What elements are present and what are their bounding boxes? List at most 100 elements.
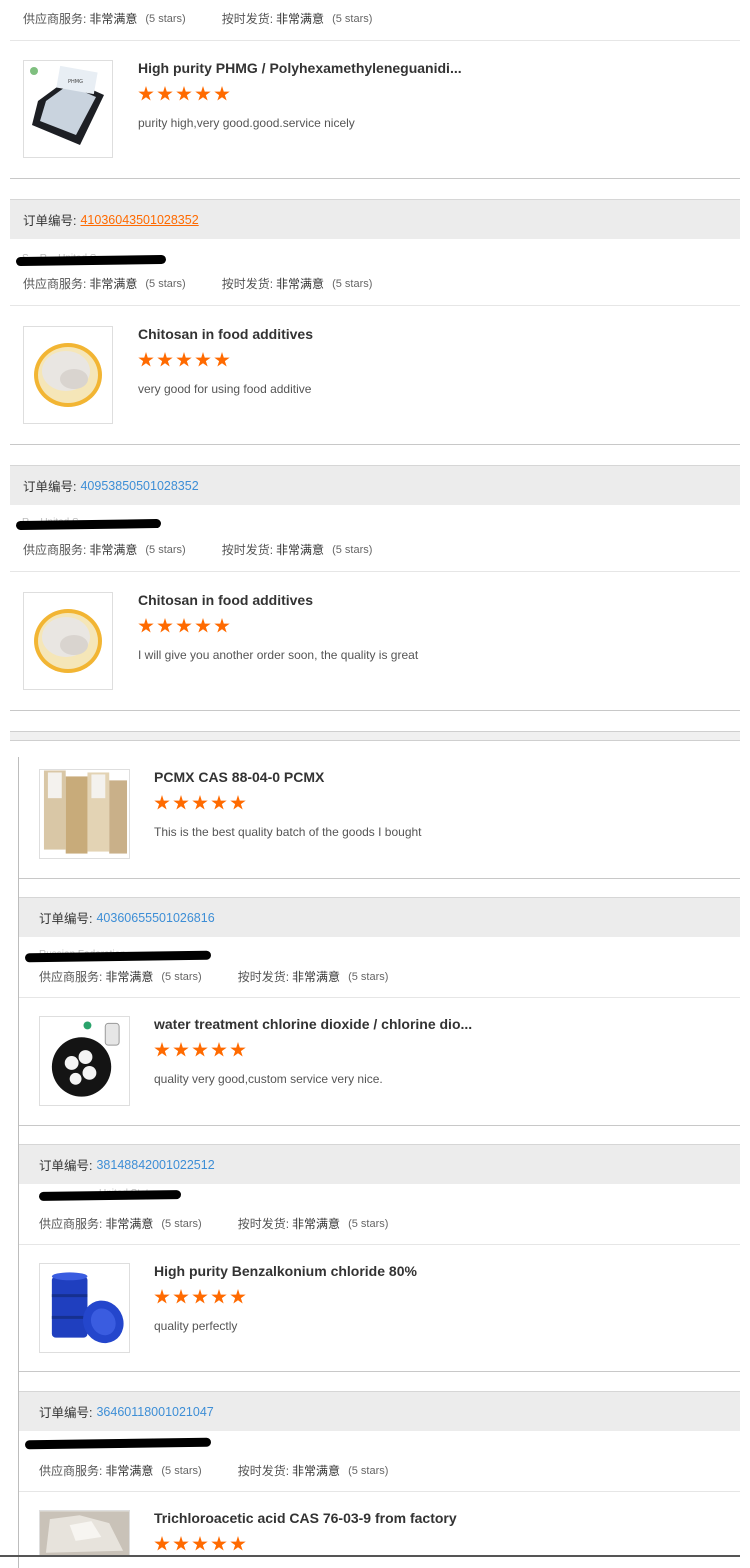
divider: [10, 444, 740, 445]
star-icon: [138, 86, 154, 101]
buyer-info: R... United S...: [15, 517, 166, 532]
star-icon: [230, 1042, 246, 1057]
crystals-bag-image[interactable]: [39, 1510, 130, 1556]
stars-count: (5 stars): [145, 543, 186, 556]
supplier-service-label: 供应商服务:: [39, 1217, 103, 1231]
delivery-label: 按时发货:: [237, 1464, 290, 1478]
stars-count: (5 stars): [161, 970, 202, 983]
stars-count: (5 stars): [332, 543, 373, 556]
chitosan-plate-image[interactable]: [23, 592, 113, 690]
divider: [10, 40, 740, 41]
order-number-link[interactable]: 38148842001022512: [96, 1158, 214, 1172]
star-icon: [211, 795, 227, 810]
chemical-bag-image[interactable]: PHMG: [23, 60, 113, 158]
star-icon: [157, 352, 173, 367]
divider: [19, 1244, 740, 1245]
supplier-service-label: 供应商服务:: [23, 277, 87, 291]
star-icon: [192, 1042, 208, 1057]
product-title-link[interactable]: High purity PHMG / Polyhexamethyleneguan…: [138, 60, 462, 76]
order-header: 订单编号: 38148842001022512: [19, 1144, 740, 1184]
rating-line: 供应商服务: 非常满意 (5 stars) 按时发货: 非常满意 (5 star…: [23, 275, 372, 292]
rating-stars: [138, 618, 230, 634]
stars-count: (5 stars): [145, 277, 186, 290]
star-icon: [192, 1289, 208, 1304]
redaction-mark: [24, 1437, 212, 1450]
delivery-label: 按时发货:: [221, 277, 274, 291]
order-number-link[interactable]: 41036043501028352: [80, 213, 198, 227]
delivery-value: 非常满意: [292, 1464, 341, 1478]
reviews-panel-top: 供应商服务: 非常满意 (5 stars) 按时发货: 非常满意 (5 star…: [10, 0, 740, 740]
star-icon: [154, 1289, 170, 1304]
supplier-service-label: 供应商服务:: [39, 970, 103, 984]
order-header: 订单编号: 41036043501028352: [10, 199, 740, 239]
stars-count: (5 stars): [161, 1464, 202, 1477]
delivery-value: 非常满意: [276, 277, 325, 291]
star-icon: [138, 352, 154, 367]
star-icon: [173, 795, 189, 810]
page-bottom-border: [0, 1555, 740, 1557]
blue-drums-image[interactable]: [39, 1263, 130, 1353]
stars-count: (5 stars): [348, 1217, 389, 1230]
section-separator: [10, 731, 740, 741]
buyer-info: [24, 1437, 215, 1451]
product-title-link[interactable]: Trichloroacetic acid CAS 76-03-9 from fa…: [154, 1510, 457, 1526]
order-number-link[interactable]: 40953850501028352: [80, 479, 198, 493]
star-icon: [214, 352, 230, 367]
review-item: High purity Benzalkonium chloride 80% qu…: [39, 1263, 740, 1363]
buyer-info: S... R... United S...: [15, 253, 176, 268]
star-icon: [195, 86, 211, 101]
star-icon: [157, 618, 173, 633]
chlorine-tablets-image[interactable]: [39, 1016, 130, 1106]
order-header: 订单编号: 36460118001021047: [19, 1391, 740, 1431]
divider: [10, 305, 740, 306]
delivery-label: 按时发货:: [237, 1217, 290, 1231]
product-title-link[interactable]: water treatment chlorine dioxide / chlor…: [154, 1016, 472, 1032]
chitosan-plate-image[interactable]: [23, 326, 113, 424]
product-title-link[interactable]: High purity Benzalkonium chloride 80%: [154, 1263, 417, 1279]
star-icon: [173, 1289, 189, 1304]
delivery-label: 按时发货:: [221, 12, 274, 26]
order-header: 订单编号: 40360655501026816: [19, 897, 740, 937]
divider: [19, 1371, 740, 1372]
star-icon: [157, 86, 173, 101]
review-item: Trichloroacetic acid CAS 76-03-9 from fa…: [39, 1510, 740, 1568]
rating-stars: [154, 795, 246, 811]
review-item: PCMX CAS 88-04-0 PCMX This is the best q…: [39, 769, 740, 869]
pcmx-bags-image[interactable]: [39, 769, 130, 859]
stars-count: (5 stars): [332, 12, 373, 25]
product-title-link[interactable]: PCMX CAS 88-04-0 PCMX: [154, 769, 324, 785]
divider: [19, 1125, 740, 1126]
rating-line: 供应商服务: 非常满意 (5 stars) 按时发货: 非常满意 (5 star…: [23, 10, 372, 27]
star-icon: [138, 618, 154, 633]
order-number-link[interactable]: 36460118001021047: [96, 1405, 213, 1419]
redaction-mark: [15, 254, 167, 267]
star-icon: [230, 795, 246, 810]
supplier-service-label: 供应商服务:: [23, 12, 87, 26]
product-title-link[interactable]: Chitosan in food additives: [138, 326, 313, 342]
reviews-panel-bottom: PCMX CAS 88-04-0 PCMX This is the best q…: [18, 757, 740, 1568]
order-number-label: 订单编号:: [23, 214, 77, 228]
order-number-link[interactable]: 40360655501026816: [96, 911, 214, 925]
divider: [19, 1491, 740, 1492]
delivery-value: 非常满意: [276, 12, 325, 26]
review-item: Chitosan in food additives I will give y…: [23, 592, 740, 692]
star-icon: [211, 1536, 227, 1551]
order-header: 订单编号: 40953850501028352: [10, 465, 740, 505]
svg-text:PHMG: PHMG: [68, 79, 83, 85]
supplier-service-value: 非常满意: [89, 12, 138, 26]
star-icon: [195, 352, 211, 367]
rating-line: 供应商服务: 非常满意 (5 stars) 按时发货: 非常满意 (5 star…: [39, 968, 388, 985]
divider: [19, 878, 740, 879]
star-icon: [154, 1536, 170, 1551]
rating-stars: [138, 352, 230, 368]
divider: [10, 571, 740, 572]
supplier-service-value: 非常满意: [89, 277, 138, 291]
product-title-link[interactable]: Chitosan in food additives: [138, 592, 313, 608]
rating-stars: [154, 1536, 246, 1552]
review-item: PHMG High purity PHMG / Polyhexamethylen…: [23, 60, 740, 160]
review-comment: purity high,very good.good.service nicel…: [138, 116, 355, 130]
divider: [10, 710, 740, 711]
supplier-service-label: 供应商服务:: [39, 1464, 103, 1478]
stars-count: (5 stars): [348, 970, 389, 983]
order-number-label: 订单编号:: [39, 1406, 93, 1420]
